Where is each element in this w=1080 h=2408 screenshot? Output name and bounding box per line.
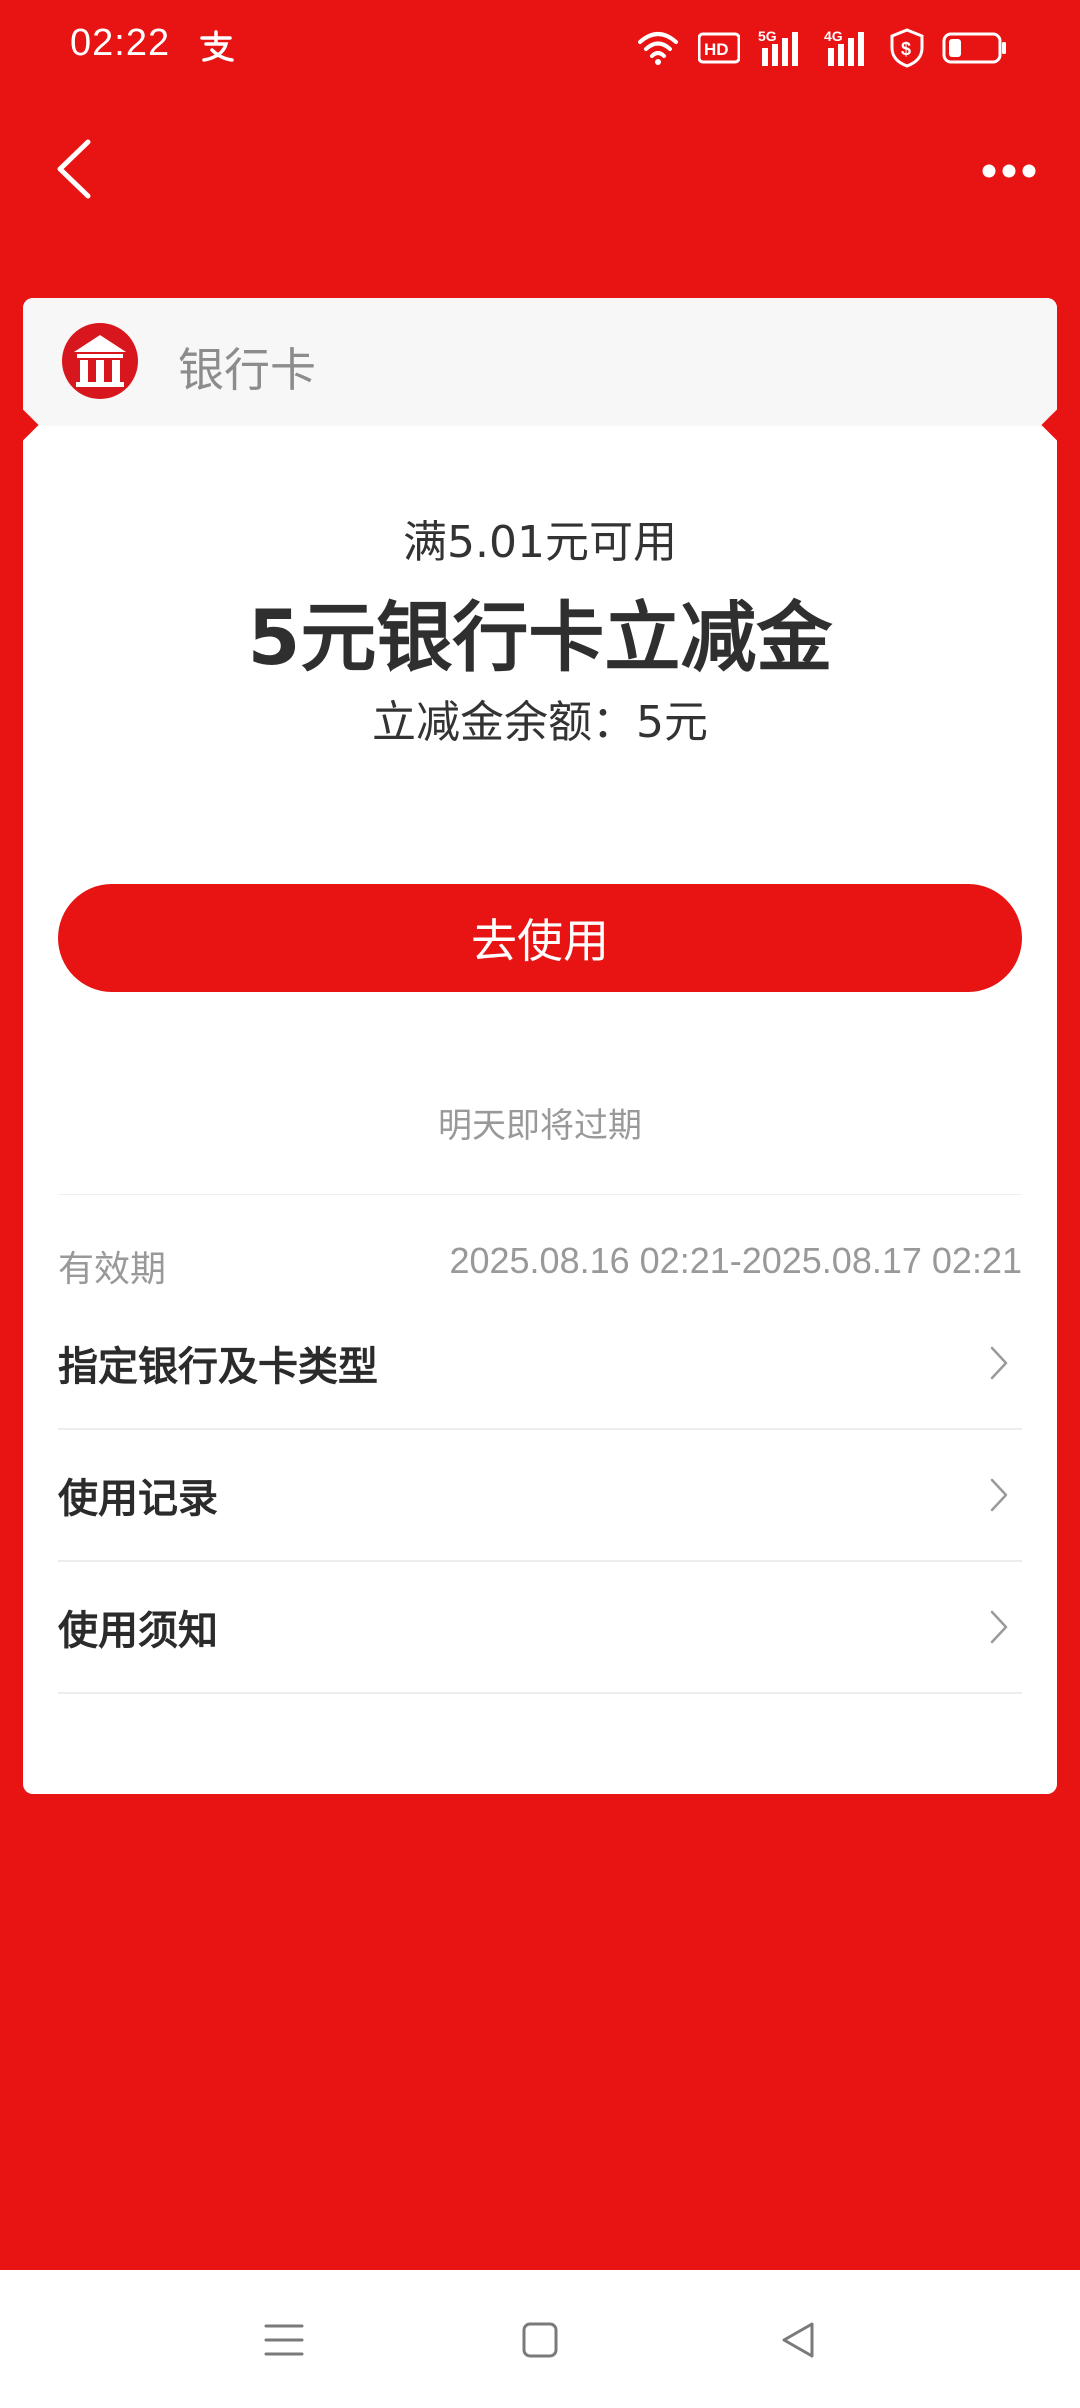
hd-label: HD <box>704 40 729 59</box>
menu-icon <box>264 2324 304 2356</box>
wifi-icon <box>638 32 678 65</box>
back-nav-button[interactable] <box>768 2310 828 2370</box>
back-button[interactable] <box>44 134 104 204</box>
row-label: 使用记录 <box>58 1476 218 1522</box>
alipay-icon <box>200 30 234 62</box>
4g-signal-icon: 4G <box>824 28 864 66</box>
bank-logo-icon <box>62 323 138 399</box>
5g-signal-icon: 5G <box>758 28 798 66</box>
coupon-balance: 立减金余额：5元 <box>372 697 708 748</box>
header <box>0 120 1080 220</box>
bank-name: 银行卡 <box>178 343 316 397</box>
expire-note: 明天即将过期 <box>438 1106 642 1146</box>
shield-icon: $ <box>890 28 924 68</box>
triangle-back-icon <box>782 2322 814 2358</box>
coupon-card: 银行卡 满5.01元可用 5元银行卡立减金 立减金余额：5元 去使用 明天即将过… <box>23 298 1057 1794</box>
chevron-right-icon <box>990 1610 1008 1644</box>
row-label: 使用须知 <box>58 1608 218 1654</box>
menu-button[interactable] <box>254 2310 314 2370</box>
row-label: 指定银行及卡类型 <box>58 1344 378 1390</box>
coupon-title: 5元银行卡立减金 <box>247 593 833 682</box>
validity-value: 2025.08.16 02:21-2025.08.17 02:21 <box>449 1240 1022 1281</box>
system-nav-bar <box>0 2270 1080 2408</box>
chevron-left-icon <box>57 139 91 199</box>
more-button[interactable] <box>974 146 1044 196</box>
4g-label: 4G <box>824 28 843 44</box>
home-button[interactable] <box>510 2310 570 2370</box>
status-icons: HD 5G 4G $ <box>636 26 1008 70</box>
usage-threshold: 满5.01元可用 <box>403 517 677 568</box>
row-bank-card-type[interactable]: 指定银行及卡类型 <box>58 1298 1022 1430</box>
status-time: 02:22 <box>70 22 171 64</box>
5g-label: 5G <box>758 28 777 44</box>
status-bar: 02:22 HD 5G 4G $ <box>0 0 1080 96</box>
hd-icon: HD <box>698 32 740 64</box>
chevron-right-icon <box>990 1346 1008 1380</box>
row-usage-notes[interactable]: 使用须知 <box>58 1562 1022 1694</box>
more-dots-icon <box>982 164 1036 178</box>
home-square-icon <box>522 2322 558 2358</box>
divider <box>58 1194 1022 1195</box>
row-usage-records[interactable]: 使用记录 <box>58 1430 1022 1562</box>
chevron-right-icon <box>990 1478 1008 1512</box>
use-button[interactable]: 去使用 <box>58 884 1022 992</box>
card-header: 银行卡 <box>23 298 1057 426</box>
battery-icon <box>942 32 1006 64</box>
svg-text:$: $ <box>901 39 911 59</box>
validity-label: 有效期 <box>58 1249 167 1290</box>
